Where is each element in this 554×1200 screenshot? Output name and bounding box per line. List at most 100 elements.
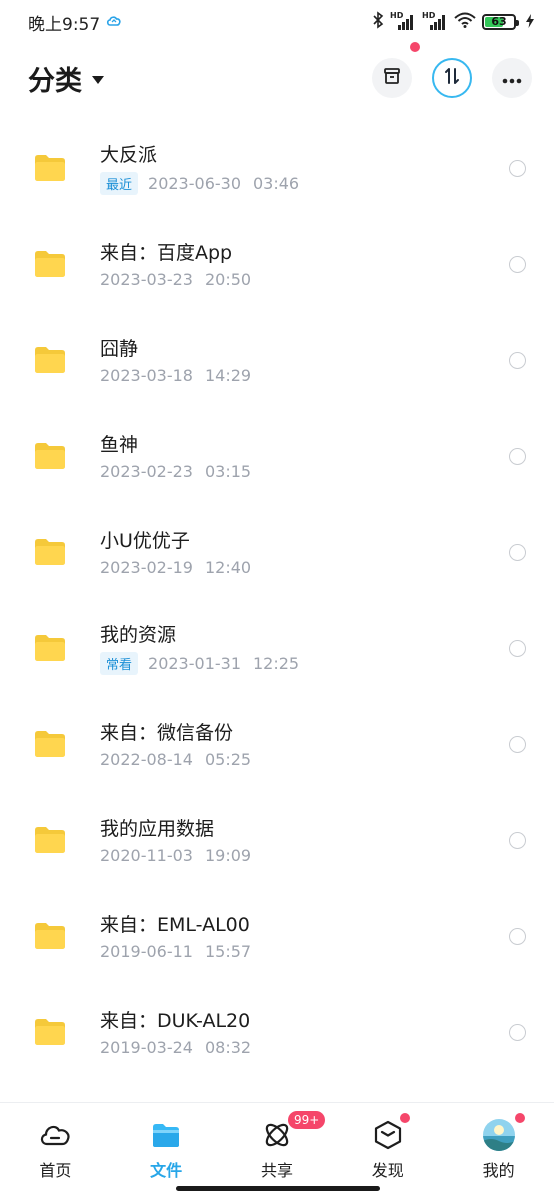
file-row[interactable]: 我的资源 常看 2023-01-31 12:25	[0, 600, 554, 696]
nav-label-files: 文件	[150, 1161, 183, 1180]
nav-files[interactable]: 文件	[121, 1119, 211, 1181]
battery-level: 63	[491, 15, 507, 28]
file-meta: 2023-02-19 12:40	[100, 558, 509, 577]
file-text: 来自：DUK-AL20 2019-03-24 08:32	[100, 1008, 509, 1057]
nav-home[interactable]: 首页	[10, 1119, 100, 1181]
bluetooth-icon	[372, 11, 384, 33]
page-title: 分类	[28, 65, 82, 97]
file-meta: 2019-03-24 08:32	[100, 1038, 509, 1057]
folder-icon	[34, 442, 66, 470]
file-date: 2022-08-14	[100, 749, 193, 769]
header: 分类	[0, 42, 554, 112]
file-time: 20:50	[204, 269, 252, 289]
wifi-icon	[454, 12, 476, 32]
file-meta: 2023-02-23 03:15	[100, 462, 509, 481]
file-row[interactable]: 小U优优子 2023-02-19 12:40	[0, 504, 554, 600]
file-name: 鱼神	[100, 433, 139, 456]
file-time: 05:25	[204, 749, 252, 769]
notification-dot	[410, 42, 420, 52]
file-text: 鱼神 2023-02-23 03:15	[100, 432, 509, 481]
category-selector[interactable]: 分类	[28, 59, 104, 98]
cloud-sync-icon	[106, 12, 122, 32]
signal-icon-1: HD	[390, 11, 416, 31]
file-tag: 常看	[100, 651, 139, 675]
archive-button[interactable]	[372, 42, 420, 98]
file-text: 来自：微信备份 2022-08-14 05:25	[100, 720, 509, 769]
select-checkbox[interactable]	[509, 255, 526, 273]
file-name: 来自：微信备份	[100, 721, 234, 744]
transfer-button[interactable]	[432, 58, 472, 98]
file-text: 小U优优子 2023-02-19 12:40	[100, 528, 509, 577]
file-date: 2023-06-30	[148, 173, 241, 193]
file-row[interactable]: 大反派 最近 2023-06-30 03:46	[0, 120, 554, 216]
folder-icon	[34, 1018, 66, 1046]
file-row[interactable]: 来自：DUK-AL20 2019-03-24 08:32	[0, 984, 554, 1080]
file-meta: 2022-08-14 05:25	[100, 750, 509, 769]
select-checkbox[interactable]	[509, 1023, 526, 1041]
file-time: 08:32	[204, 1037, 252, 1057]
select-checkbox[interactable]	[509, 543, 526, 561]
nav-discover[interactable]: 发现	[343, 1113, 433, 1181]
nav-share[interactable]: 99+ 共享	[232, 1111, 326, 1181]
file-row[interactable]: 我的应用数据 2020-11-03 19:09	[0, 792, 554, 888]
screen: 晚上9:57 HD HD 63 分类 大反派 最近 2023-06-30 03:…	[0, 0, 554, 1200]
file-time: 19:09	[204, 845, 252, 865]
select-checkbox[interactable]	[509, 159, 526, 177]
file-time: 03:15	[204, 461, 252, 481]
file-name: 小U优优子	[100, 529, 190, 552]
select-checkbox[interactable]	[509, 351, 526, 369]
folder-icon	[150, 1119, 182, 1151]
share-badge: 99+	[287, 1111, 326, 1129]
file-time: 14:29	[204, 365, 252, 385]
archive-box-icon	[383, 67, 401, 89]
nav-mine[interactable]: 我的	[454, 1113, 544, 1181]
more-options-button[interactable]	[492, 58, 532, 98]
home-indicator[interactable]	[176, 1186, 380, 1191]
file-date: 2020-11-03	[100, 845, 193, 865]
file-meta: 2019-06-11 15:57	[100, 942, 509, 961]
file-row[interactable]: 鱼神 2023-02-23 03:15	[0, 408, 554, 504]
status-bar: 晚上9:57 HD HD 63	[0, 0, 554, 44]
file-name: 大反派	[100, 143, 158, 166]
signal-icon-2: HD	[422, 11, 448, 31]
file-text: 囧静 2023-03-18 14:29	[100, 336, 509, 385]
folder-icon	[34, 634, 66, 662]
cube-icon	[372, 1119, 404, 1151]
file-date: 2023-02-23	[100, 461, 193, 481]
nav-label-home: 首页	[39, 1161, 72, 1180]
file-row[interactable]: 囧静 2023-03-18 14:29	[0, 312, 554, 408]
file-text: 我的资源 常看 2023-01-31 12:25	[100, 622, 509, 675]
select-checkbox[interactable]	[509, 735, 526, 753]
folder-icon	[34, 826, 66, 854]
file-meta: 2020-11-03 19:09	[100, 846, 509, 865]
select-checkbox[interactable]	[509, 831, 526, 849]
transfer-arrows-icon	[443, 67, 461, 89]
file-row[interactable]: 来自：EML-AL00 2019-06-11 15:57	[0, 888, 554, 984]
folder-icon	[34, 346, 66, 374]
folder-icon	[34, 154, 66, 182]
file-meta: 2023-03-18 14:29	[100, 366, 509, 385]
mine-dot	[514, 1113, 525, 1123]
file-time: 12:25	[253, 653, 300, 673]
file-date: 2023-02-19	[100, 557, 193, 577]
select-checkbox[interactable]	[509, 639, 526, 657]
file-time: 03:46	[253, 173, 300, 193]
file-date: 2023-01-31	[148, 653, 241, 673]
select-checkbox[interactable]	[509, 447, 526, 465]
file-name: 我的应用数据	[100, 817, 215, 840]
status-time: 晚上9:57	[28, 14, 101, 35]
select-checkbox[interactable]	[509, 927, 526, 945]
file-meta: 常看 2023-01-31 12:25	[100, 651, 509, 675]
charging-icon	[526, 13, 534, 32]
file-name: 来自：DUK-AL20	[100, 1009, 251, 1032]
more-dots-icon	[502, 69, 522, 88]
file-name: 来自：百度App	[100, 241, 233, 264]
file-time: 12:40	[204, 557, 252, 577]
folder-icon	[34, 250, 66, 278]
folder-icon	[34, 538, 66, 566]
file-row[interactable]: 来自：百度App 2023-03-23 20:50	[0, 216, 554, 312]
file-row[interactable]: 来自：微信备份 2022-08-14 05:25	[0, 696, 554, 792]
battery-icon: 63	[482, 14, 519, 30]
file-tag: 最近	[100, 171, 139, 195]
nav-label-discover: 发现	[371, 1161, 404, 1180]
